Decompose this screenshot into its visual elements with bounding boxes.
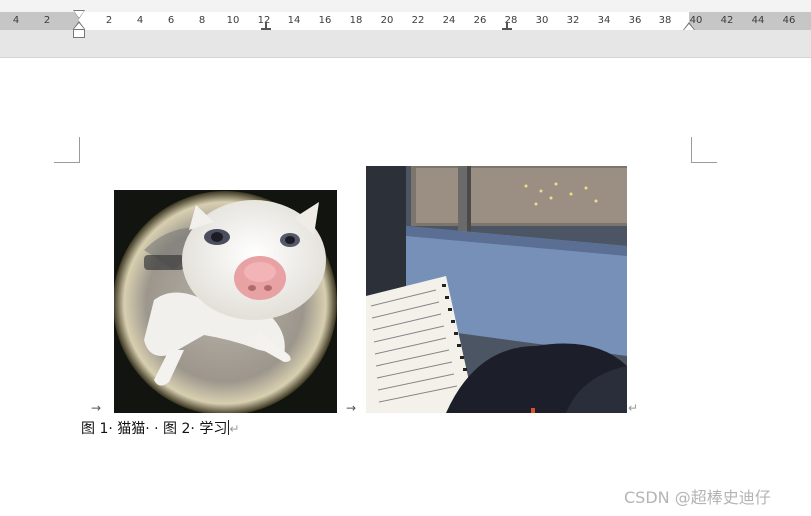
study-photo[interactable] [366, 166, 627, 413]
tab-arrow-mark: → [346, 401, 357, 415]
ruler-tick-label: 18 [349, 15, 363, 26]
ruler-tick-label: 24 [442, 15, 456, 26]
page-margin-corner-left [54, 137, 80, 163]
ruler-tick-label: 22 [411, 15, 425, 26]
center-tab-stop[interactable] [502, 22, 512, 30]
ruler-tick-label: 26 [473, 15, 487, 26]
center-tab-stop[interactable] [261, 22, 271, 30]
ruler-tick-label: 6 [167, 15, 175, 26]
watermark: CSDN @超棒史迪仔 [624, 488, 771, 507]
ruler-tick-label: 36 [628, 15, 642, 26]
ruler-tick-label: 2 [105, 15, 113, 26]
right-indent-marker-fill [684, 24, 694, 30]
paragraph-mark: ↵ [628, 401, 639, 415]
ruler-tick-label: 2 [43, 15, 51, 26]
ruler-tick-label: 46 [782, 15, 796, 26]
caption-text: 图 1· 猫猫· · 图 2· 学习 [81, 421, 228, 437]
ruler-tick-label: 4 [12, 15, 20, 26]
left-indent-marker[interactable] [73, 29, 85, 38]
caption-paragraph-mark: ↵ [229, 422, 240, 436]
cat-photo[interactable] [114, 190, 337, 413]
ruler-tick-label: 16 [318, 15, 332, 26]
ruler-tick-label: 34 [597, 15, 611, 26]
ruler-tick-label: 30 [535, 15, 549, 26]
cat-fisheye-image [114, 190, 337, 413]
ruler-tick-label: 10 [226, 15, 240, 26]
toolbar-strip [0, 0, 811, 12]
ruler-tick-label: 44 [751, 15, 765, 26]
ruler-tick-label: 14 [287, 15, 301, 26]
ruler-tick-label: 8 [198, 15, 206, 26]
page-margin-corner-right [691, 137, 717, 163]
ruler-tick-label: 32 [566, 15, 580, 26]
ruler-tick-label: 38 [658, 15, 672, 26]
ruler-tick-label: 4 [136, 15, 144, 26]
ruler-lower-panel [0, 30, 811, 58]
ruler-tick-label: 42 [720, 15, 734, 26]
first-line-indent-marker-fill [74, 11, 84, 18]
figure-caption[interactable]: 图 1· 猫猫· · 图 2· 学习 ↵ [81, 420, 239, 438]
notebook-window-image [366, 166, 627, 413]
tab-arrow-mark: → [91, 401, 102, 415]
ruler-tick-label: 20 [380, 15, 394, 26]
